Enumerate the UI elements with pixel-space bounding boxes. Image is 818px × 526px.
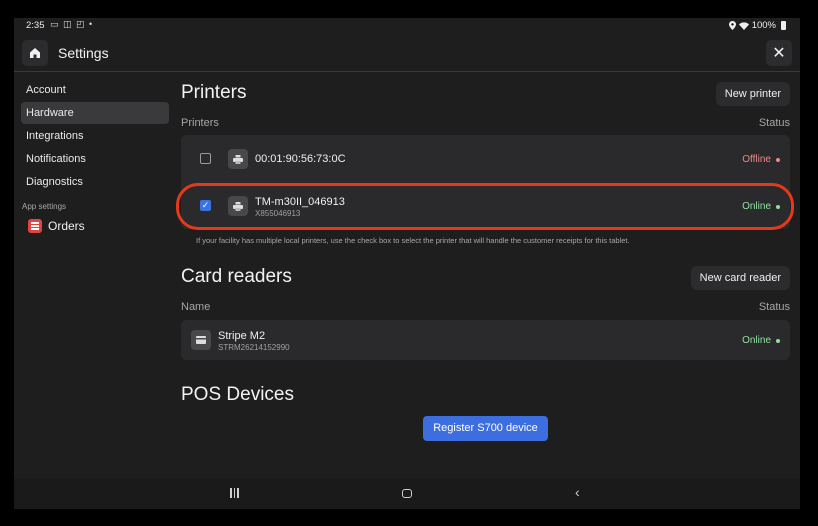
card-readers-heading: Card readers: [181, 266, 292, 287]
sidebar-item-integrations[interactable]: Integrations: [21, 125, 169, 147]
page-title: Settings: [58, 45, 109, 61]
printer-hint-text: If your facility has multiple local prin…: [196, 236, 630, 245]
close-button[interactable]: ✕: [766, 40, 792, 66]
status-right: 100%: [728, 20, 786, 31]
new-printer-button[interactable]: New printer: [715, 82, 790, 106]
battery-percent: 100%: [751, 20, 776, 31]
location-icon: [728, 21, 736, 30]
status-text: Online: [742, 335, 771, 346]
orders-icon: [28, 219, 42, 233]
selected-printer-highlight: [176, 183, 794, 230]
printer-icon: [228, 149, 248, 169]
recents-icon[interactable]: [230, 488, 239, 498]
card-readers-column-name: Name: [181, 301, 211, 313]
card-readers-column-status: Status: [758, 301, 790, 313]
new-card-reader-button[interactable]: New card reader: [690, 266, 790, 290]
printer-status: Offline: [742, 154, 780, 165]
status-bar: 2:35 ▭ ◫ ◰ • 100%: [14, 18, 800, 32]
status-text: Offline: [742, 154, 771, 165]
printer-row[interactable]: 00:01:90:56:73:0C Offline: [181, 138, 790, 180]
status-time: 2:35: [26, 20, 45, 31]
card-reader-icon: [191, 330, 211, 350]
printers-heading: Printers: [181, 82, 247, 103]
settings-sidebar: Account Hardware Integrations Notificati…: [14, 72, 174, 478]
wifi-icon: [738, 21, 749, 30]
printer-name: 00:01:90:56:73:0C: [255, 153, 346, 165]
nav-home-icon[interactable]: [402, 489, 412, 498]
home-button[interactable]: [22, 40, 48, 66]
card-reader-name: Stripe M2: [218, 330, 266, 342]
register-device-button[interactable]: Register S700 device: [423, 416, 548, 441]
card-reader-serial: STRM26214152990: [218, 343, 290, 352]
card-reader-status: Online: [742, 335, 780, 346]
printer-select-checkbox[interactable]: [200, 153, 211, 164]
tablet-screen: 2:35 ▭ ◫ ◰ • 100% Settings ✕ Account Har…: [14, 18, 800, 509]
sidebar-item-diagnostics[interactable]: Diagnostics: [21, 171, 169, 193]
hardware-panel: Printers New printer Printers Status 00:…: [176, 72, 794, 478]
back-icon[interactable]: ‹: [575, 484, 580, 500]
sidebar-item-label: Orders: [48, 219, 85, 233]
notification-icons: ▭ ◫ ◰ •: [50, 19, 94, 29]
status-dot: [776, 157, 780, 162]
android-nav-bar: ‹: [14, 478, 800, 509]
printers-column-name: Printers: [181, 117, 219, 129]
sidebar-item-hardware[interactable]: Hardware: [21, 102, 169, 124]
app-settings-label: App settings: [22, 202, 67, 211]
close-icon: ✕: [772, 45, 786, 62]
card-readers-list: Stripe M2 STRM26214152990 Online: [181, 320, 790, 360]
battery-icon: [781, 21, 786, 30]
printers-column-status: Status: [758, 117, 790, 129]
sidebar-item-notifications[interactable]: Notifications: [21, 148, 169, 170]
sidebar-item-orders[interactable]: Orders: [28, 219, 85, 233]
app-header: Settings ✕: [14, 34, 800, 72]
home-icon: [30, 48, 40, 58]
pos-devices-heading: POS Devices: [181, 384, 294, 405]
sidebar-item-account[interactable]: Account: [21, 79, 169, 101]
status-dot: [776, 338, 780, 343]
card-reader-row[interactable]: Stripe M2 STRM26214152990 Online: [181, 320, 790, 362]
